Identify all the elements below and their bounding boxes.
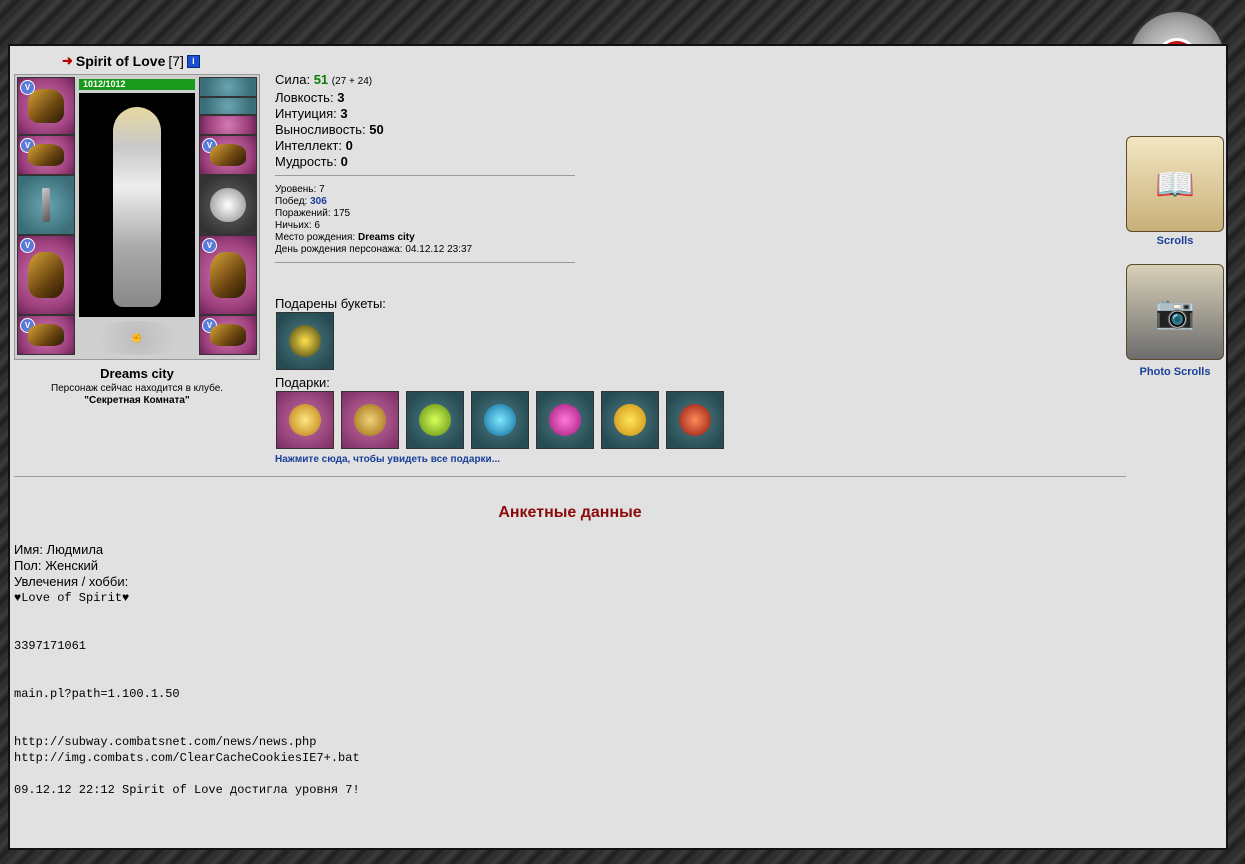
character-name: Spirit of Love: [75, 53, 166, 69]
profile-url-line-1: http://subway.combatsnet.com/news/news.p…: [14, 735, 317, 749]
club-emblem-icon: ✊: [85, 321, 189, 355]
equipment-box: V V V V 1012/1012 ✊ V V V: [14, 74, 260, 360]
stat-agility: Ловкость: 3: [275, 90, 345, 105]
character-city: Dreams city: [100, 366, 174, 381]
info-block: Уровень: 7 Побед: 306 Поражений: 175 Нич…: [275, 184, 472, 256]
stat-intuition: Интуиция: 3: [275, 106, 348, 121]
hammer-icon: [42, 187, 50, 223]
gift-item[interactable]: [601, 391, 659, 449]
stat-endurance: Выносливость: 50: [275, 122, 384, 137]
profile-block: Имя: Людмила Пол: Женский Увлечения / хо…: [14, 542, 360, 798]
gloves-icon: [210, 143, 246, 167]
info-losses: Поражений: 175: [275, 208, 351, 219]
equip-slot-helmet[interactable]: V: [17, 77, 75, 135]
location-room: "Секретная Комната": [84, 395, 190, 406]
equip-slot-shield[interactable]: [199, 175, 257, 235]
all-gifts-link[interactable]: Нажмите сюда, чтобы увидеть все подарки.…: [275, 454, 500, 465]
section-divider: [14, 476, 1126, 477]
stat-strength: Сила: 51 (27 + 24): [275, 72, 373, 87]
flower-gift-icon: [549, 404, 581, 436]
gift-item[interactable]: [341, 391, 399, 449]
profile-number-line: 3397171061: [14, 639, 87, 653]
equip-slot-gloves[interactable]: V: [199, 135, 257, 175]
hp-bar: 1012/1012: [79, 79, 195, 90]
info-divider: [275, 262, 575, 263]
gifts-label: Подарки:: [275, 375, 330, 390]
profile-hobby-text: ♥Love of Spirit♥: [14, 591, 130, 605]
bouquets-label: Подарены букеты:: [275, 296, 386, 311]
profile-url-line-2: http://img.combats.com/ClearCacheCookies…: [14, 751, 360, 765]
photo-scrolls-label[interactable]: Photo Scrolls: [1110, 366, 1240, 378]
stats-block: Сила: 51 (27 + 24) Ловкость: 3 Интуиция:…: [275, 72, 384, 170]
stat-intellect: Интеллект: 0: [275, 138, 353, 153]
equip-slot-legs[interactable]: V: [199, 235, 257, 315]
info-level: Уровень: 7: [275, 184, 325, 195]
equip-slot-weapon[interactable]: [17, 175, 75, 235]
scrolls-button[interactable]: 📖: [1126, 136, 1224, 232]
profile-title: Анкетные данные: [498, 504, 642, 521]
armor-icon: [28, 251, 64, 299]
amber-gift-icon: [354, 404, 386, 436]
location-text: Персонаж сейчас находится в клубе.: [50, 383, 224, 394]
equip-slot-boots[interactable]: V: [199, 315, 257, 355]
gift-item[interactable]: [536, 391, 594, 449]
avatar-figure: [113, 107, 161, 307]
leaf-gift-icon: [419, 404, 451, 436]
gift-item[interactable]: [406, 391, 464, 449]
character-avatar[interactable]: [79, 93, 195, 317]
equip-slot-bracers[interactable]: V: [17, 135, 75, 175]
info-draws: Ничьих: 6: [275, 220, 320, 231]
info-icon[interactable]: i: [186, 54, 200, 68]
bouquet-item[interactable]: [276, 312, 334, 370]
equip-slot-rings[interactable]: [199, 115, 257, 135]
equip-slot-belt[interactable]: V: [17, 315, 75, 355]
bell-gift-icon: [614, 404, 646, 436]
banner-gift-icon: [679, 404, 711, 436]
bouquet-icon: [289, 325, 321, 357]
info-birthplace: Место рождения: Dreams city: [275, 232, 415, 243]
v-badge-icon: V: [20, 238, 35, 253]
profile-event-line: 09.12.12 22:12 Spirit of Love достигла у…: [14, 783, 360, 797]
equip-slot-earrings[interactable]: [199, 77, 257, 97]
bracers-icon: [28, 143, 64, 167]
shield-icon: [210, 187, 246, 223]
profile-hobby-label: Увлечения / хобби:: [14, 574, 129, 589]
profile-name: Имя: Людмила: [14, 542, 104, 557]
belt-icon: [28, 323, 64, 347]
equip-slot-armor[interactable]: V: [17, 235, 75, 315]
photo-scrolls-button[interactable]: 📷: [1126, 264, 1224, 360]
equip-slot-necklace[interactable]: [199, 97, 257, 115]
v-badge-icon: V: [202, 238, 217, 253]
gift-item[interactable]: [471, 391, 529, 449]
arrow-right-icon[interactable]: ➜: [62, 53, 73, 69]
character-location: Персонаж сейчас находится в клубе. "Секр…: [14, 383, 260, 407]
gift-item[interactable]: [666, 391, 724, 449]
scrolls-label[interactable]: Scrolls: [1110, 235, 1240, 247]
character-info-panel: ➜ Spirit of Love [7] i V V V V 1012/1012…: [8, 44, 1228, 850]
mushroom-gift-icon: [484, 404, 516, 436]
character-title: ➜ Spirit of Love [7] i: [62, 53, 200, 69]
info-birthday: День рождения персонажа: 04.12.12 23:37: [275, 244, 473, 255]
info-wins: Побед: 306: [275, 196, 327, 207]
book-quill-icon: 📖: [1155, 166, 1195, 202]
camera-icon: 📷: [1155, 294, 1195, 330]
profile-path-line: main.pl?path=1.100.1.50: [14, 687, 180, 701]
gift-item[interactable]: [276, 391, 334, 449]
helmet-icon: [28, 89, 64, 123]
stats-divider: [275, 175, 575, 176]
profile-gender: Пол: Женский: [14, 558, 99, 573]
candle-gift-icon: [289, 404, 321, 436]
boots-icon: [210, 323, 246, 347]
leggings-icon: [210, 251, 246, 299]
character-level: [7]: [168, 53, 184, 69]
stat-wisdom: Мудрость: 0: [275, 154, 348, 169]
